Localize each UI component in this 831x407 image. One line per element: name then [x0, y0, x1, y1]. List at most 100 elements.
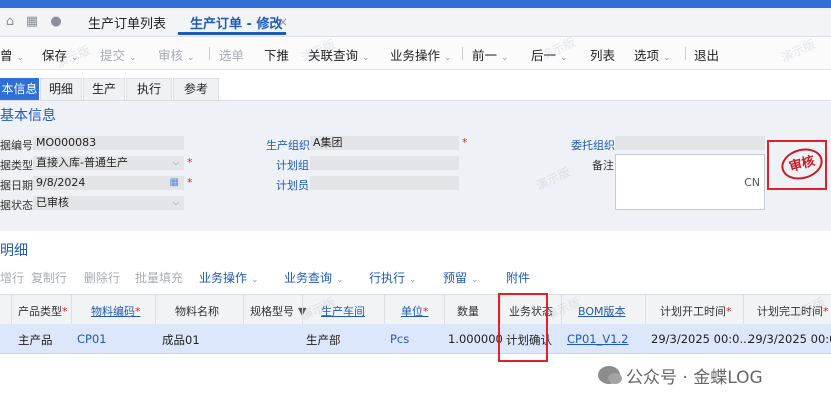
- row-execute-button[interactable]: 行执行 ⌄: [369, 269, 417, 286]
- calendar-icon[interactable]: ▦: [170, 176, 179, 190]
- toolbar-push-down-button[interactable]: 下推: [264, 45, 289, 64]
- toolbar-exit-button[interactable]: 退出: [694, 45, 719, 64]
- label: 预留: [443, 271, 468, 285]
- toolbar-audit-button[interactable]: 审核 ⌄: [158, 45, 195, 64]
- message-icon[interactable]: ●: [49, 15, 63, 29]
- tab-reference[interactable]: 参考: [173, 78, 219, 100]
- chevron-down-icon: ⌄: [187, 53, 195, 63]
- cell-unit[interactable]: Pcs: [390, 332, 409, 346]
- bill-date-label: 据日期: [0, 179, 33, 192]
- tab-order-list[interactable]: 生产订单列表: [88, 13, 166, 32]
- delete-row-button[interactable]: 删除行: [84, 269, 120, 286]
- wechat-icon: [598, 366, 622, 384]
- required-marker: *: [187, 156, 193, 169]
- page-tab-row: ⌂ ▦ ● 生产订单列表 生产订单 - 修改 ×: [0, 8, 831, 37]
- col-label: 规格型号: [250, 305, 294, 318]
- tab-close-icon[interactable]: ×: [278, 15, 288, 29]
- col-plan-start[interactable]: 计划开工时间*: [660, 303, 732, 319]
- cell-quantity[interactable]: 1.000000: [448, 332, 503, 346]
- toolbar-business-ops-button[interactable]: 业务操作 ⌄: [390, 45, 452, 64]
- chevron-down-icon: ⌄: [663, 53, 671, 63]
- col-bom-version[interactable]: BOM版本: [578, 303, 626, 319]
- chevron-down-icon: ⌄: [501, 53, 509, 63]
- toolbar-separator: [685, 47, 686, 60]
- cell-material-code[interactable]: CP01: [77, 332, 107, 346]
- bill-no-field[interactable]: MO000083: [33, 136, 184, 150]
- tab-production[interactable]: 生产: [83, 78, 125, 100]
- toolbar-select-button[interactable]: 选单: [219, 45, 244, 64]
- toolbar-options-button[interactable]: 选项 ⌄: [634, 45, 671, 64]
- cell-workshop[interactable]: 生产部: [306, 332, 341, 348]
- bill-date-picker[interactable]: 9/8/2024 ▦: [33, 176, 184, 190]
- planner-field[interactable]: [310, 176, 459, 190]
- col-product-type[interactable]: 产品类型*: [18, 303, 68, 319]
- chevron-down-icon: ⌄: [336, 275, 344, 285]
- col-quantity[interactable]: 数量: [457, 303, 479, 319]
- bill-type-select[interactable]: 直接入库-普通生产 ⌵: [33, 156, 184, 170]
- memo-language-label[interactable]: CN: [744, 176, 760, 189]
- home-icon[interactable]: ⌂: [3, 15, 17, 29]
- tab-detail[interactable]: 明细: [40, 78, 82, 100]
- tab-order-edit[interactable]: 生产订单 - 修改: [190, 13, 282, 32]
- label: 审核: [158, 48, 184, 63]
- highlight-box: [498, 293, 548, 362]
- plan-group-label[interactable]: 计划组: [276, 157, 309, 173]
- plan-group-field[interactable]: [310, 156, 459, 170]
- col-unit[interactable]: 单位*: [401, 303, 429, 319]
- bill-date-value: 9/8/2024: [36, 176, 86, 189]
- col-label: 单位: [401, 305, 423, 318]
- detail-toolbar: 增行 复制行 删除行 批量填充 业务操作 ⌄ 业务查询 ⌄ 行执行 ⌄ 预留 ⌄ 附件: [0, 264, 831, 288]
- label: 退出: [694, 48, 720, 63]
- toolbar-list-button[interactable]: 列表: [590, 45, 615, 64]
- detail-business-query-button[interactable]: 业务查询 ⌄: [284, 269, 344, 286]
- tab-execution[interactable]: 执行: [126, 78, 172, 100]
- apps-grid-icon[interactable]: ▦: [25, 15, 39, 29]
- memo-label: 备注: [592, 159, 614, 172]
- toolbar-previous-button[interactable]: 前一 ⌄: [472, 45, 509, 64]
- attachment-button[interactable]: 附件: [506, 269, 530, 286]
- toolbar-submit-button[interactable]: 提交 ⌄: [100, 45, 137, 64]
- detail-business-ops-button[interactable]: 业务操作 ⌄: [199, 269, 259, 286]
- cell-plan-finish[interactable]: 29/3/2025 00:0...: [748, 332, 831, 346]
- detail-table-header: 产品类型* 物料编码* 物料名称 规格型号▼ 生产车间 单位* 数量 业务状态 …: [0, 294, 831, 325]
- prod-org-value: A集团: [313, 136, 343, 149]
- toolbar-separator: [209, 47, 210, 60]
- chevron-down-icon: ⌄: [409, 275, 417, 285]
- cell-product-type[interactable]: 主产品: [18, 332, 53, 348]
- toolbar-new-button[interactable]: 曾 ⌄: [0, 45, 24, 64]
- chevron-down-icon: ⌄: [362, 53, 370, 63]
- prod-org-label[interactable]: 生产组织: [266, 137, 310, 153]
- entrust-org-field[interactable]: [615, 136, 765, 150]
- required-marker: *: [187, 176, 193, 189]
- col-spec-model[interactable]: 规格型号▼: [250, 303, 306, 319]
- required-marker: *: [423, 305, 429, 318]
- label: 行执行: [369, 271, 406, 285]
- cell-material-name[interactable]: 成品01: [162, 332, 200, 348]
- cell-plan-start[interactable]: 29/3/2025 00:0...: [651, 332, 750, 346]
- bill-status-select[interactable]: 已审核 ⌵: [33, 196, 184, 210]
- label: 提交: [100, 48, 126, 63]
- reserve-button[interactable]: 预留 ⌄: [443, 269, 479, 286]
- bill-status-value: 已审核: [36, 196, 69, 209]
- bill-type-value: 直接入库-普通生产: [36, 156, 128, 169]
- batch-fill-button[interactable]: 批量填充: [135, 269, 183, 286]
- add-row-button[interactable]: 增行: [0, 269, 24, 286]
- copy-row-button[interactable]: 复制行: [31, 269, 67, 286]
- col-material-name[interactable]: 物料名称: [175, 303, 219, 319]
- label: 业务查询: [284, 271, 333, 285]
- required-marker: *: [135, 305, 141, 318]
- label: 业务操作: [390, 48, 441, 63]
- tab-basic-info[interactable]: 本信息: [0, 78, 39, 100]
- label: 选单: [219, 48, 245, 63]
- label: 选项: [634, 48, 660, 63]
- col-label: 产品类型: [18, 305, 62, 318]
- planner-label[interactable]: 计划员: [276, 177, 309, 193]
- table-row[interactable]: 主产品 CP01 成品01 生产部 Pcs 1.000000 计划确认 CP01…: [0, 324, 831, 354]
- memo-textarea[interactable]: CN: [615, 154, 765, 210]
- cell-bom-version[interactable]: CP01_V1.2: [567, 332, 629, 346]
- entrust-org-label[interactable]: 委托组织: [571, 137, 615, 153]
- col-material-code[interactable]: 物料编码*: [91, 303, 141, 319]
- prod-org-field[interactable]: A集团: [310, 136, 459, 150]
- toolbar-separator: [462, 47, 463, 60]
- bill-type-label: 据类型: [0, 159, 33, 172]
